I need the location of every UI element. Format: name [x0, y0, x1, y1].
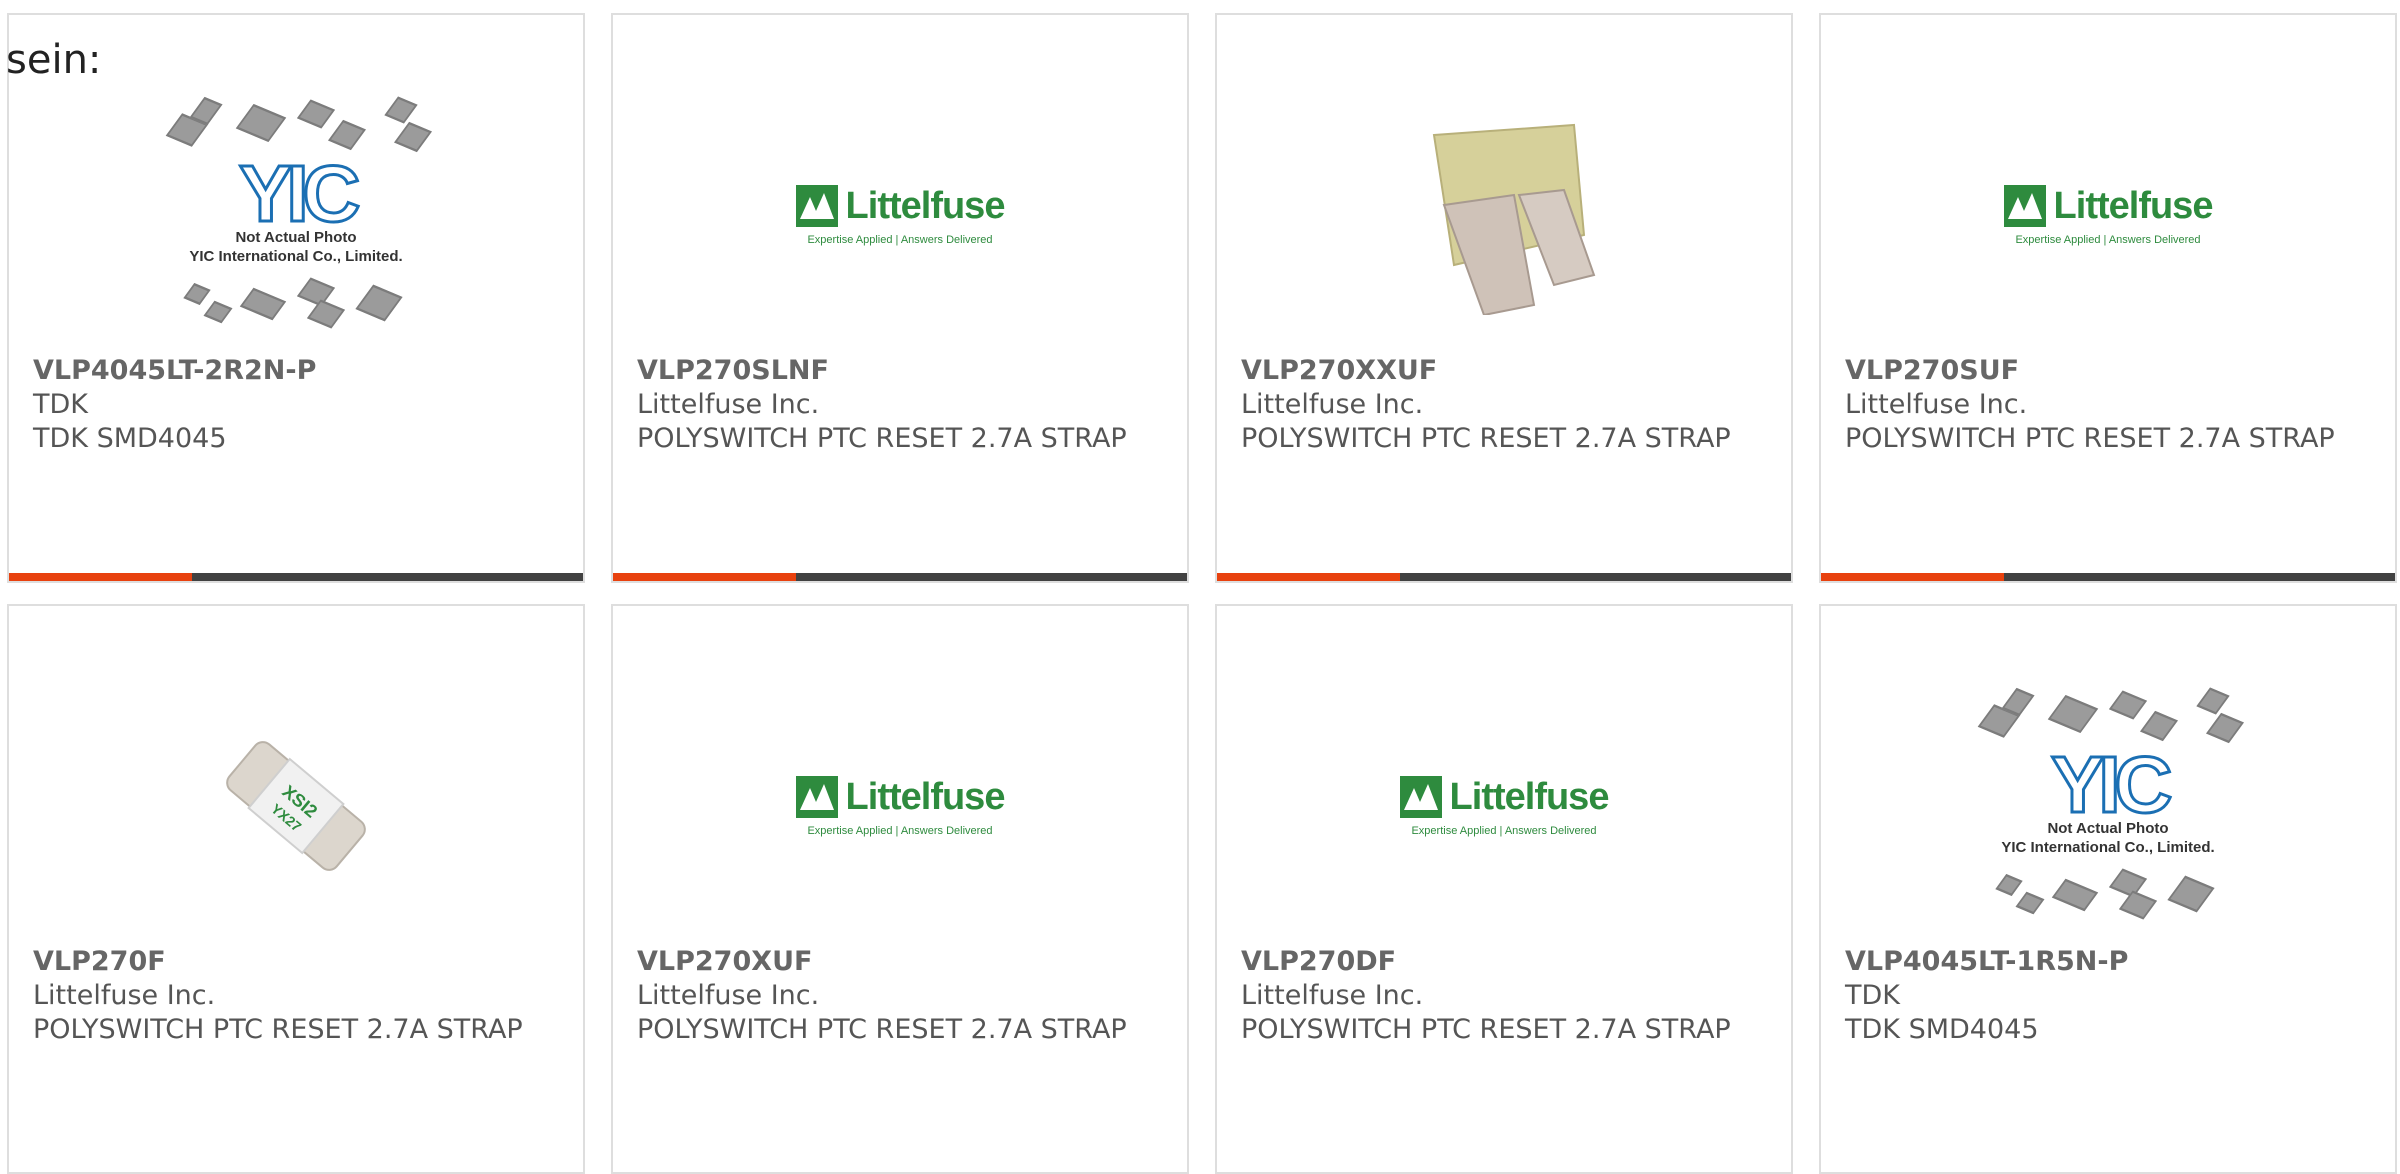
part-number[interactable]: VLP4045LT-1R5N-P — [1845, 945, 2375, 979]
strap-photo-icon — [1432, 123, 1596, 315]
description: POLYSWITCH PTC RESET 2.7A STRAP — [1241, 423, 1731, 454]
yic-caption-line-1: Not Actual Photo — [235, 229, 357, 246]
card-bar-accent — [9, 573, 192, 581]
product-card[interactable]: Littelfuse Expertise Applied | Answers D… — [1819, 13, 2397, 583]
product-card[interactable]: VLP270XXUF Littelfuse Inc. POLYSWITCH PT… — [1215, 13, 1793, 583]
littelfuse-logo-icon: Littelfuse Expertise Applied | Answers D… — [2003, 184, 2214, 246]
product-image[interactable]: Littelfuse Expertise Applied | Answers D… — [1821, 65, 2395, 365]
product-image[interactable]: YIC Not Actual Photo YIC International C… — [9, 65, 583, 365]
littelfuse-mark-icon — [2003, 185, 2046, 227]
manufacturer: Littelfuse Inc. — [1241, 389, 1424, 420]
manufacturer: Littelfuse Inc. — [637, 389, 820, 420]
card-bar — [613, 573, 1187, 581]
littelfuse-mark-icon — [1399, 776, 1442, 818]
manufacturer: Littelfuse Inc. — [1845, 389, 2028, 420]
product-image[interactable]: Littelfuse Expertise Applied | Answers D… — [613, 656, 1187, 956]
description: POLYSWITCH PTC RESET 2.7A STRAP — [637, 423, 1127, 454]
yic-placeholder-icon: YIC Not Actual Photo YIC International C… — [161, 90, 432, 340]
product-card[interactable]: YIC Not Actual Photo YIC International C… — [1819, 604, 2397, 1174]
strap-label-photo-icon: XSI2 YX27 — [226, 741, 366, 871]
logo-name: Littelfuse — [845, 184, 1006, 227]
part-number[interactable]: VLP270XXUF — [1241, 354, 1771, 388]
logo-name: Littelfuse — [1449, 775, 1610, 818]
card-bar-accent — [1217, 573, 1400, 581]
manufacturer: TDK — [1845, 980, 1900, 1011]
part-number[interactable]: VLP4045LT-2R2N-P — [33, 354, 563, 388]
card-bar-accent — [1821, 573, 2004, 581]
part-number[interactable]: VLP270F — [33, 945, 563, 979]
logo-tagline: Expertise Applied | Answers Delivered — [807, 824, 993, 837]
logo-tagline: Expertise Applied | Answers Delivered — [807, 233, 993, 246]
description: TDK SMD4045 — [33, 423, 227, 454]
part-number[interactable]: VLP270XUF — [637, 945, 1167, 979]
littelfuse-logo-icon: Littelfuse Expertise Applied | Answers D… — [795, 184, 1006, 246]
part-number[interactable]: VLP270DF — [1241, 945, 1771, 979]
manufacturer: Littelfuse Inc. — [637, 980, 820, 1011]
logo-name: Littelfuse — [845, 775, 1006, 818]
littelfuse-mark-icon — [795, 185, 838, 227]
part-number[interactable]: VLP270SUF — [1845, 354, 2375, 388]
yic-caption-line-1: Not Actual Photo — [2047, 820, 2169, 837]
product-card[interactable]: Littelfuse Expertise Applied | Answers D… — [1215, 604, 1793, 1174]
intro-text: sein: — [6, 37, 102, 83]
product-image[interactable]: Littelfuse Expertise Applied | Answers D… — [1217, 656, 1791, 956]
logo-tagline: Expertise Applied | Answers Delivered — [1411, 824, 1597, 837]
product-card[interactable]: YIC Not Actual Photo YIC International C… — [7, 13, 585, 583]
product-card[interactable]: XSI2 YX27 VLP270F Littelfuse Inc. POLYSW… — [7, 604, 585, 1174]
description: POLYSWITCH PTC RESET 2.7A STRAP — [33, 1014, 523, 1045]
yic-placeholder-icon: YIC Not Actual Photo YIC International C… — [1973, 681, 2244, 931]
card-bar — [1821, 573, 2395, 581]
card-bar-accent — [613, 573, 796, 581]
logo-tagline: Expertise Applied | Answers Delivered — [2015, 233, 2201, 246]
product-image[interactable] — [1217, 65, 1791, 365]
manufacturer: Littelfuse Inc. — [33, 980, 216, 1011]
description: POLYSWITCH PTC RESET 2.7A STRAP — [1845, 423, 2335, 454]
manufacturer: Littelfuse Inc. — [1241, 980, 1424, 1011]
product-grid: YIC Not Actual Photo YIC International C… — [7, 13, 2400, 1174]
card-bar — [9, 573, 583, 581]
logo-name: Littelfuse — [2053, 184, 2214, 227]
yic-caption-line-2: YIC International Co., Limited. — [189, 248, 403, 265]
card-bar — [1217, 573, 1791, 581]
product-image[interactable]: Littelfuse Expertise Applied | Answers D… — [613, 65, 1187, 365]
manufacturer: TDK — [33, 389, 88, 420]
part-number[interactable]: VLP270SLNF — [637, 354, 1167, 388]
littelfuse-logo-icon: Littelfuse Expertise Applied | Answers D… — [1399, 775, 1610, 837]
description: POLYSWITCH PTC RESET 2.7A STRAP — [637, 1014, 1127, 1045]
product-image[interactable]: YIC Not Actual Photo YIC International C… — [1821, 656, 2395, 956]
description: TDK SMD4045 — [1845, 1014, 2039, 1045]
product-image[interactable]: XSI2 YX27 — [9, 656, 583, 956]
description: POLYSWITCH PTC RESET 2.7A STRAP — [1241, 1014, 1731, 1045]
littelfuse-mark-icon — [795, 776, 838, 818]
product-card[interactable]: Littelfuse Expertise Applied | Answers D… — [611, 13, 1189, 583]
yic-caption-line-2: YIC International Co., Limited. — [2001, 839, 2215, 856]
littelfuse-logo-icon: Littelfuse Expertise Applied | Answers D… — [795, 775, 1006, 837]
product-card[interactable]: Littelfuse Expertise Applied | Answers D… — [611, 604, 1189, 1174]
